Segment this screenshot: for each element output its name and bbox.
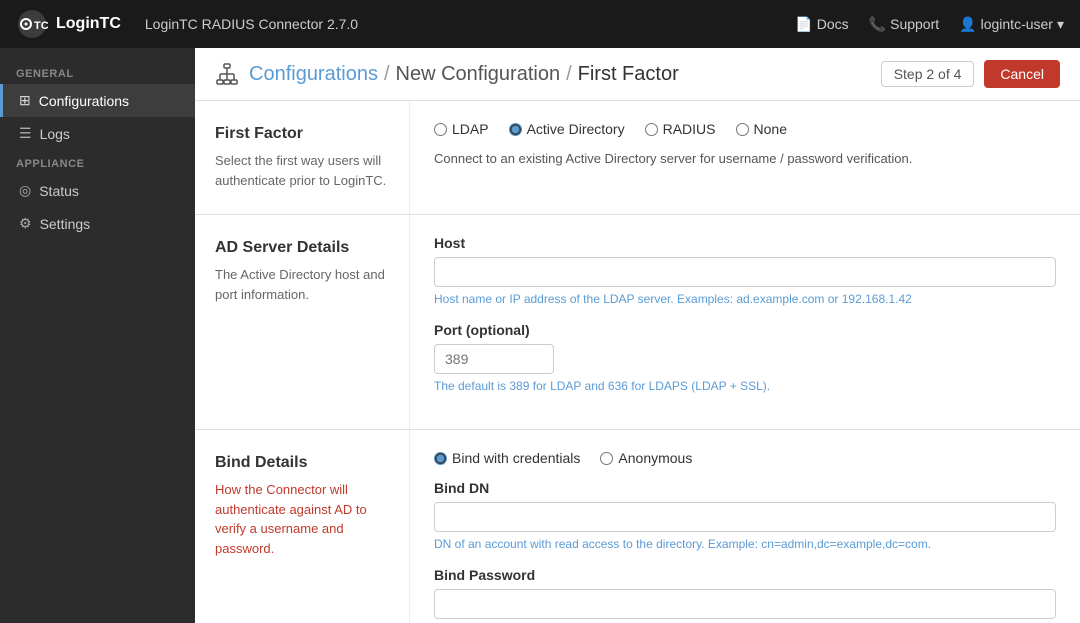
content: First Factor Select the first way users … <box>195 101 1080 623</box>
breadcrumb: Configurations / New Configuration / Fir… <box>249 63 679 86</box>
bind-password-form-group: Bind Password <box>434 567 1056 619</box>
first-factor-connect-description: Connect to an existing Active Directory … <box>434 151 1056 166</box>
logs-icon: ☰ <box>19 125 32 142</box>
radio-bind-credentials[interactable]: Bind with credentials <box>434 450 580 466</box>
first-factor-title: First Factor <box>215 125 389 143</box>
radio-none-input[interactable] <box>736 123 749 136</box>
brand-name: LoginTC <box>56 15 121 33</box>
user-menu[interactable]: 👤 logintc-user ▾ <box>959 16 1064 33</box>
radio-active-directory[interactable]: Active Directory <box>509 121 625 137</box>
bind-dn-input[interactable] <box>434 502 1056 532</box>
port-input[interactable] <box>434 344 554 374</box>
ad-server-title: AD Server Details <box>215 239 389 257</box>
radio-none[interactable]: None <box>736 121 787 137</box>
sidebar-item-logs-label: Logs <box>40 126 70 142</box>
sidebar-item-settings[interactable]: ⚙ Settings <box>0 207 195 240</box>
status-icon: ◎ <box>19 182 31 199</box>
port-hint: The default is 389 for LDAP and 636 for … <box>434 379 1056 393</box>
page-header: Configurations / New Configuration / Fir… <box>195 48 1080 101</box>
first-factor-content: LDAP Active Directory RADIUS None <box>410 101 1080 214</box>
bind-details-content: Bind with credentials Anonymous Bind DN … <box>410 430 1080 623</box>
breadcrumb-current: First Factor <box>578 63 679 86</box>
first-factor-description: Select the first way users will authenti… <box>215 151 389 190</box>
bind-details-section: Bind Details How the Connector will auth… <box>195 430 1080 623</box>
settings-icon: ⚙ <box>19 215 32 232</box>
breadcrumb-sep1: / <box>384 63 390 86</box>
bind-dn-form-group: Bind DN DN of an account with read acces… <box>434 480 1056 551</box>
radio-none-label: None <box>754 121 787 137</box>
page-header-left: Configurations / New Configuration / Fir… <box>215 62 679 86</box>
radio-ldap[interactable]: LDAP <box>434 121 489 137</box>
first-factor-sidebar: First Factor Select the first way users … <box>195 101 410 214</box>
ad-server-sidebar: AD Server Details The Active Directory h… <box>195 215 410 429</box>
radio-ldap-label: LDAP <box>452 121 489 137</box>
bind-dn-label: Bind DN <box>434 480 1056 496</box>
host-input[interactable] <box>434 257 1056 287</box>
radio-active-directory-input[interactable] <box>509 123 522 136</box>
host-label: Host <box>434 235 1056 251</box>
first-factor-section: First Factor Select the first way users … <box>195 101 1080 215</box>
bind-details-description: How the Connector will authenticate agai… <box>215 480 389 558</box>
bind-radio-group: Bind with credentials Anonymous <box>434 450 1056 466</box>
step-badge: Step 2 of 4 <box>881 61 975 87</box>
ad-server-content: Host Host name or IP address of the LDAP… <box>410 215 1080 429</box>
bind-password-label: Bind Password <box>434 567 1056 583</box>
bind-password-input[interactable] <box>434 589 1056 619</box>
host-form-group: Host Host name or IP address of the LDAP… <box>434 235 1056 306</box>
bind-dn-hint: DN of an account with read access to the… <box>434 537 1056 551</box>
radio-anonymous[interactable]: Anonymous <box>600 450 692 466</box>
breadcrumb-sep2: / <box>566 63 572 86</box>
sidebar-item-configurations-label: Configurations <box>39 93 129 109</box>
first-factor-radio-group: LDAP Active Directory RADIUS None <box>434 121 1056 137</box>
chevron-down-icon: ▾ <box>1057 16 1064 33</box>
radio-radius-input[interactable] <box>645 123 658 136</box>
brand: TC LoginTC <box>16 8 121 40</box>
phone-icon: 📞 <box>869 16 886 33</box>
bind-details-title: Bind Details <box>215 454 389 472</box>
main-content: Configurations / New Configuration / Fir… <box>195 48 1080 623</box>
radio-radius-label: RADIUS <box>663 121 716 137</box>
page-header-right: Step 2 of 4 Cancel <box>881 60 1060 88</box>
ad-server-section: AD Server Details The Active Directory h… <box>195 215 1080 430</box>
sidebar-item-logs[interactable]: ☰ Logs <box>0 117 195 150</box>
logintc-logo: TC <box>16 8 48 40</box>
radio-bind-credentials-label: Bind with credentials <box>452 450 580 466</box>
docs-link[interactable]: 📄 Docs <box>795 16 848 33</box>
sidebar-item-settings-label: Settings <box>40 216 91 232</box>
port-form-group: Port (optional) The default is 389 for L… <box>434 322 1056 393</box>
svg-text:TC: TC <box>34 20 48 32</box>
page-icon <box>215 62 239 86</box>
docs-icon: 📄 <box>795 16 812 33</box>
radio-anonymous-input[interactable] <box>600 452 613 465</box>
breadcrumb-new-config: New Configuration <box>396 63 561 86</box>
configurations-icon: ⊞ <box>19 92 31 109</box>
port-label: Port (optional) <box>434 322 1056 338</box>
breadcrumb-configurations-link[interactable]: Configurations <box>249 63 378 86</box>
sidebar: GENERAL ⊞ Configurations ☰ Logs APPLIANC… <box>0 48 195 623</box>
general-section-label: GENERAL <box>0 60 195 84</box>
sidebar-item-status[interactable]: ◎ Status <box>0 174 195 207</box>
user-icon: 👤 <box>959 16 976 33</box>
ad-server-description: The Active Directory host and port infor… <box>215 265 389 304</box>
topnav: TC LoginTC LoginTC RADIUS Connector 2.7.… <box>0 0 1080 48</box>
host-hint: Host name or IP address of the LDAP serv… <box>434 292 1056 306</box>
radio-anonymous-label: Anonymous <box>618 450 692 466</box>
cancel-button[interactable]: Cancel <box>984 60 1060 88</box>
app-title: LoginTC RADIUS Connector 2.7.0 <box>145 16 358 32</box>
sidebar-item-status-label: Status <box>39 183 79 199</box>
bind-details-sidebar: Bind Details How the Connector will auth… <box>195 430 410 623</box>
radio-radius[interactable]: RADIUS <box>645 121 716 137</box>
topnav-right: 📄 Docs 📞 Support 👤 logintc-user ▾ <box>795 16 1064 33</box>
radio-ldap-input[interactable] <box>434 123 447 136</box>
support-link[interactable]: 📞 Support <box>869 16 939 33</box>
appliance-section-label: APPLIANCE <box>0 150 195 174</box>
sidebar-item-configurations[interactable]: ⊞ Configurations <box>0 84 195 117</box>
radio-active-directory-label: Active Directory <box>527 121 625 137</box>
radio-bind-credentials-input[interactable] <box>434 452 447 465</box>
